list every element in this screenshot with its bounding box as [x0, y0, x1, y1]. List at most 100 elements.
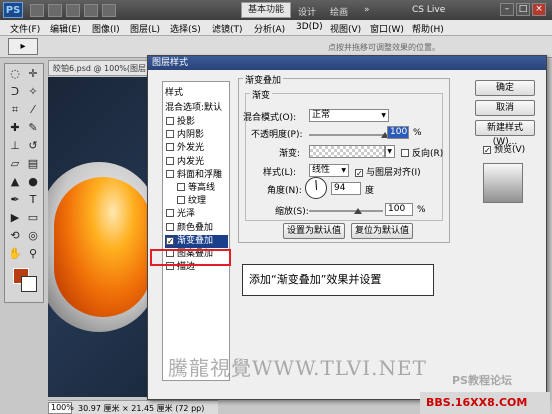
- menu-layer[interactable]: 图层(L): [130, 22, 160, 35]
- cs-live-button[interactable]: CS Live: [412, 5, 445, 15]
- arrange-documents-icon[interactable]: [102, 4, 116, 17]
- watermark-sub: PS教程论坛: [452, 374, 512, 387]
- bridge-icon[interactable]: [30, 4, 44, 17]
- style-item[interactable]: 外发光: [165, 142, 228, 155]
- style-item-checkbox[interactable]: [166, 156, 174, 165]
- workspace-painting-tab[interactable]: 绘画: [330, 5, 348, 18]
- marquee-tool-icon[interactable]: ◌: [7, 66, 23, 82]
- style-item-label: 等高线: [188, 183, 216, 193]
- style-select[interactable]: 线性: [309, 164, 349, 177]
- angle-input[interactable]: 94: [331, 182, 361, 195]
- dodge-tool-icon[interactable]: ●: [25, 174, 41, 190]
- style-item[interactable]: 斜面和浮雕: [165, 169, 228, 182]
- eraser-icon[interactable]: ▱: [7, 156, 23, 172]
- clone-stamp-icon[interactable]: ⊥: [7, 138, 23, 154]
- more-workspaces-icon[interactable]: »: [364, 5, 370, 15]
- zoom-level-icon[interactable]: [66, 4, 80, 17]
- gradient-overlay-group: 渐变叠加 渐变 混合模式(O): 正常 不透明度(P): 100 % 渐变: 反…: [238, 73, 450, 243]
- style-item[interactable]: 内发光: [165, 156, 228, 169]
- preview-checkbox[interactable]: ✓ 预览(V): [483, 142, 525, 155]
- minimize-button[interactable]: –: [500, 3, 514, 16]
- menu-file[interactable]: 文件(F): [10, 22, 40, 35]
- reverse-checkbox[interactable]: 反向(R): [401, 146, 443, 159]
- style-item[interactable]: 纹理: [165, 195, 228, 208]
- scale-input[interactable]: 100: [385, 203, 413, 216]
- menu-select[interactable]: 选择(S): [170, 22, 201, 35]
- scale-slider-thumb[interactable]: [354, 208, 363, 214]
- opacity-input[interactable]: 100: [387, 126, 409, 139]
- scale-slider[interactable]: [309, 210, 383, 212]
- gradient-tool-icon[interactable]: ▤: [25, 156, 41, 172]
- menu-view[interactable]: 视图(V): [330, 22, 361, 35]
- close-button[interactable]: ×: [532, 3, 546, 16]
- angle-dial[interactable]: [305, 177, 327, 199]
- set-default-button[interactable]: 设置为默认值: [283, 223, 345, 239]
- style-item[interactable]: ✓ 渐变叠加: [165, 234, 228, 248]
- eyedropper-icon[interactable]: ⁄: [25, 102, 41, 118]
- subgroup-title: 渐变: [250, 88, 273, 101]
- history-brush-icon[interactable]: ↺: [25, 138, 41, 154]
- hand-tool-icon[interactable]: [84, 4, 98, 17]
- menu-analysis[interactable]: 分析(A): [254, 22, 285, 35]
- blending-options-item[interactable]: 混合选项:默认: [165, 100, 222, 113]
- document-tab[interactable]: 皎铂6.psd @ 100%(图层: [48, 60, 152, 76]
- menu-filter[interactable]: 滤镜(T): [212, 22, 243, 35]
- style-item-checkbox[interactable]: [166, 117, 174, 125]
- angle-label: 角度(N):: [267, 186, 302, 196]
- menu-window[interactable]: 窗口(W): [370, 22, 404, 35]
- new-style-button[interactable]: 新建样式(W)...: [475, 120, 535, 147]
- menu-edit[interactable]: 编辑(E): [50, 22, 81, 35]
- opacity-slider[interactable]: [309, 134, 385, 136]
- lasso-tool-icon[interactable]: ᑐ: [7, 84, 23, 100]
- style-item-checkbox[interactable]: [177, 196, 185, 205]
- menu-image[interactable]: 图像(I): [92, 22, 120, 35]
- document-canvas[interactable]: [48, 77, 152, 397]
- angle-dial-hand: [315, 179, 318, 190]
- style-item-checkbox[interactable]: [166, 143, 174, 152]
- maximize-button[interactable]: □: [516, 3, 530, 16]
- workspace-essentials-button[interactable]: 基本功能: [241, 2, 291, 18]
- 3d-rotate-icon[interactable]: ⟲: [7, 228, 23, 244]
- style-item-checkbox[interactable]: [166, 169, 174, 178]
- hand-tool-icon[interactable]: ✋: [7, 246, 23, 262]
- minibridge-icon[interactable]: [48, 4, 62, 17]
- style-item-checkbox[interactable]: [166, 222, 174, 231]
- style-item[interactable]: 投影: [165, 116, 228, 129]
- style-item-checkbox[interactable]: [177, 183, 185, 191]
- style-item[interactable]: 颜色叠加: [165, 222, 228, 235]
- ok-button[interactable]: 确定: [475, 80, 535, 96]
- healing-brush-icon[interactable]: ✚: [7, 120, 23, 136]
- blend-mode-select[interactable]: 正常: [309, 109, 389, 122]
- type-tool-icon[interactable]: T: [25, 192, 41, 208]
- move-tool-icon[interactable]: ✛: [25, 66, 41, 82]
- align-checkbox[interactable]: ✓ 与图层对齐(I): [355, 165, 421, 178]
- menu-help[interactable]: 帮助(H): [412, 22, 444, 35]
- styles-header[interactable]: 样式: [165, 85, 183, 98]
- style-item-checkbox[interactable]: [166, 130, 174, 139]
- quick-select-icon[interactable]: ✧: [25, 84, 41, 100]
- style-item-checkbox[interactable]: ✓: [166, 236, 174, 245]
- zoom-tool-icon[interactable]: ⚲: [25, 246, 41, 262]
- style-item[interactable]: 内阴影: [165, 129, 228, 142]
- reset-default-button[interactable]: 复位为默认值: [351, 223, 413, 239]
- cancel-button[interactable]: 取消: [475, 100, 535, 116]
- workspace-design-tab[interactable]: 设计: [298, 5, 316, 18]
- shape-tool-icon[interactable]: ▭: [25, 210, 41, 226]
- 3d-orbit-icon[interactable]: ◎: [25, 228, 41, 244]
- gradient-picker[interactable]: [309, 145, 385, 158]
- gradient-dropdown[interactable]: [385, 145, 395, 158]
- style-item-checkbox[interactable]: [166, 209, 174, 218]
- crop-tool-icon[interactable]: ⌗: [7, 102, 23, 118]
- tool-preset-picker[interactable]: ▸: [8, 38, 38, 55]
- brush-tool-icon[interactable]: ✎: [25, 120, 41, 136]
- blur-tool-icon[interactable]: ▲: [7, 174, 23, 190]
- style-value: 线性: [312, 165, 331, 175]
- zoom-field[interactable]: 100%: [48, 402, 74, 414]
- style-item[interactable]: 等高线: [165, 182, 228, 195]
- background-color-swatch[interactable]: [21, 276, 37, 292]
- menu-3d[interactable]: 3D(D): [296, 22, 323, 32]
- style-item-label: 外发光: [177, 143, 205, 154]
- style-item[interactable]: 光泽: [165, 208, 228, 221]
- path-select-icon[interactable]: ▶: [7, 210, 23, 226]
- pen-tool-icon[interactable]: ✒: [7, 192, 23, 208]
